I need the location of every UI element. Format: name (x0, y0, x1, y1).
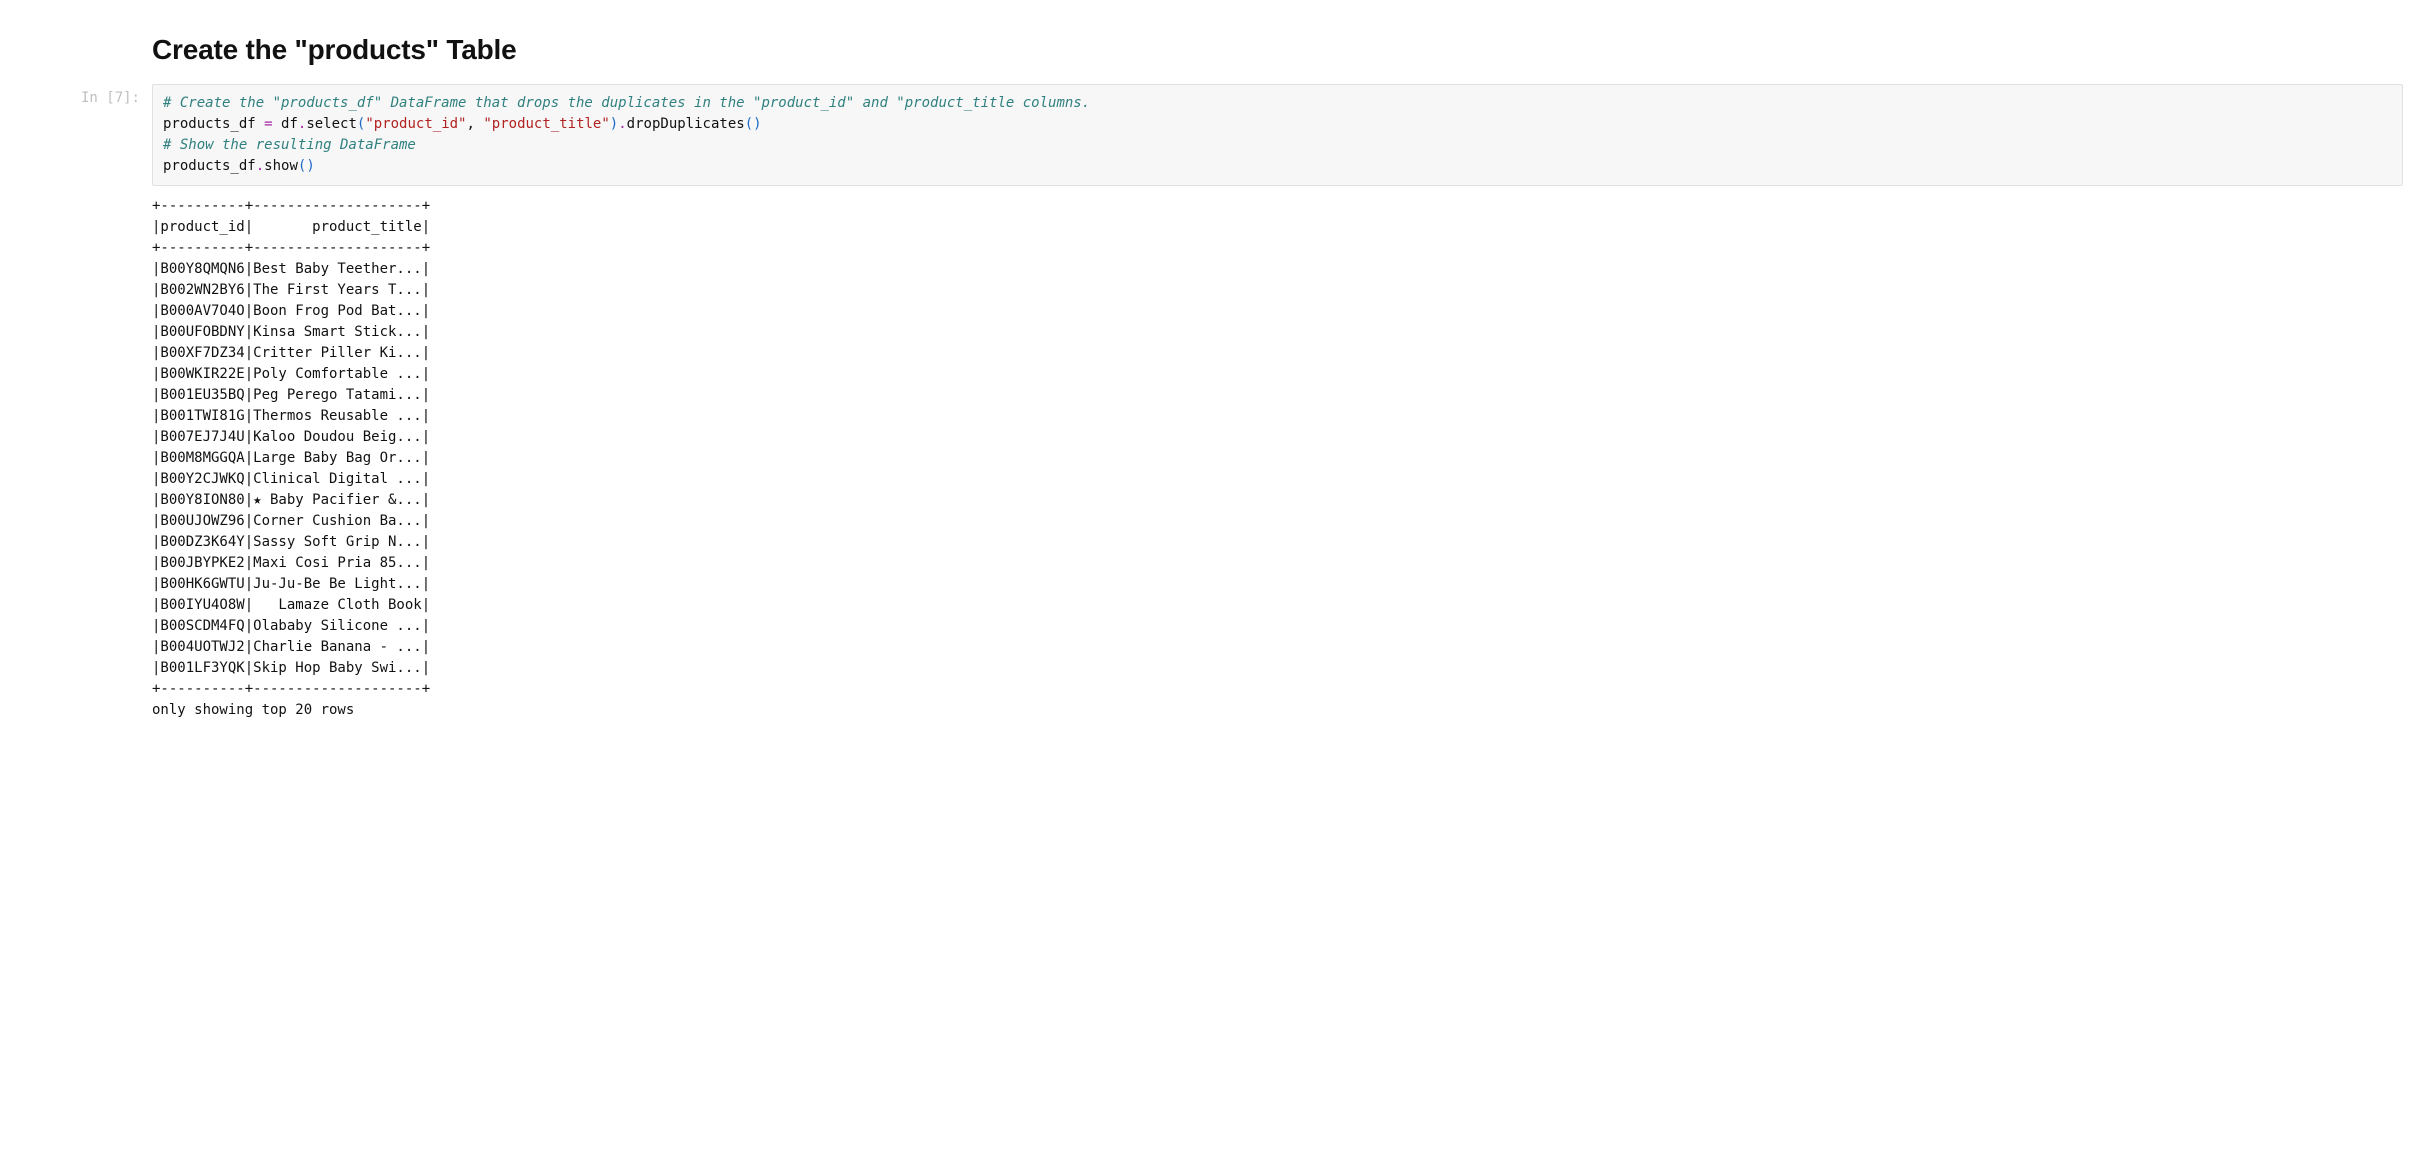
code-token: dropDuplicates (627, 116, 745, 132)
input-prompt: In [7]: (0, 84, 152, 106)
markdown-cell: Create the "products" Table (0, 20, 2423, 84)
stdout-output: +----------+--------------------+ |produ… (152, 196, 2403, 721)
section-heading: Create the "products" Table (152, 34, 2403, 66)
code-token: , (467, 116, 484, 132)
notebook: Create the "products" Table In [7]: # Cr… (0, 0, 2423, 761)
code-token: ) (306, 158, 314, 174)
code-token: products_df (163, 158, 256, 174)
markdown-body: Create the "products" Table (152, 20, 2423, 84)
code-token: ) (610, 116, 618, 132)
code-token: . (256, 158, 264, 174)
prompt-spacer (0, 20, 152, 26)
code-token: df (273, 116, 298, 132)
code-comment: # Create the "products_df" DataFrame tha… (163, 95, 1090, 111)
code-token: "product_id" (365, 116, 466, 132)
code-input[interactable]: # Create the "products_df" DataFrame tha… (152, 84, 2403, 186)
code-token: ) (753, 116, 761, 132)
code-token: . (618, 116, 626, 132)
code-token: ( (745, 116, 753, 132)
code-body: # Create the "products_df" DataFrame tha… (152, 84, 2423, 186)
code-token: = (264, 116, 272, 132)
output-body: +----------+--------------------+ |produ… (152, 186, 2423, 721)
code-token: "product_title" (483, 116, 609, 132)
code-token: show (264, 158, 298, 174)
code-comment: # Show the resulting DataFrame (163, 137, 416, 153)
output-prompt-spacer (0, 186, 152, 192)
code-token: select (306, 116, 357, 132)
code-token: products_df (163, 116, 264, 132)
output-cell: +----------+--------------------+ |produ… (0, 186, 2423, 721)
code-cell: In [7]: # Create the "products_df" DataF… (0, 84, 2423, 186)
